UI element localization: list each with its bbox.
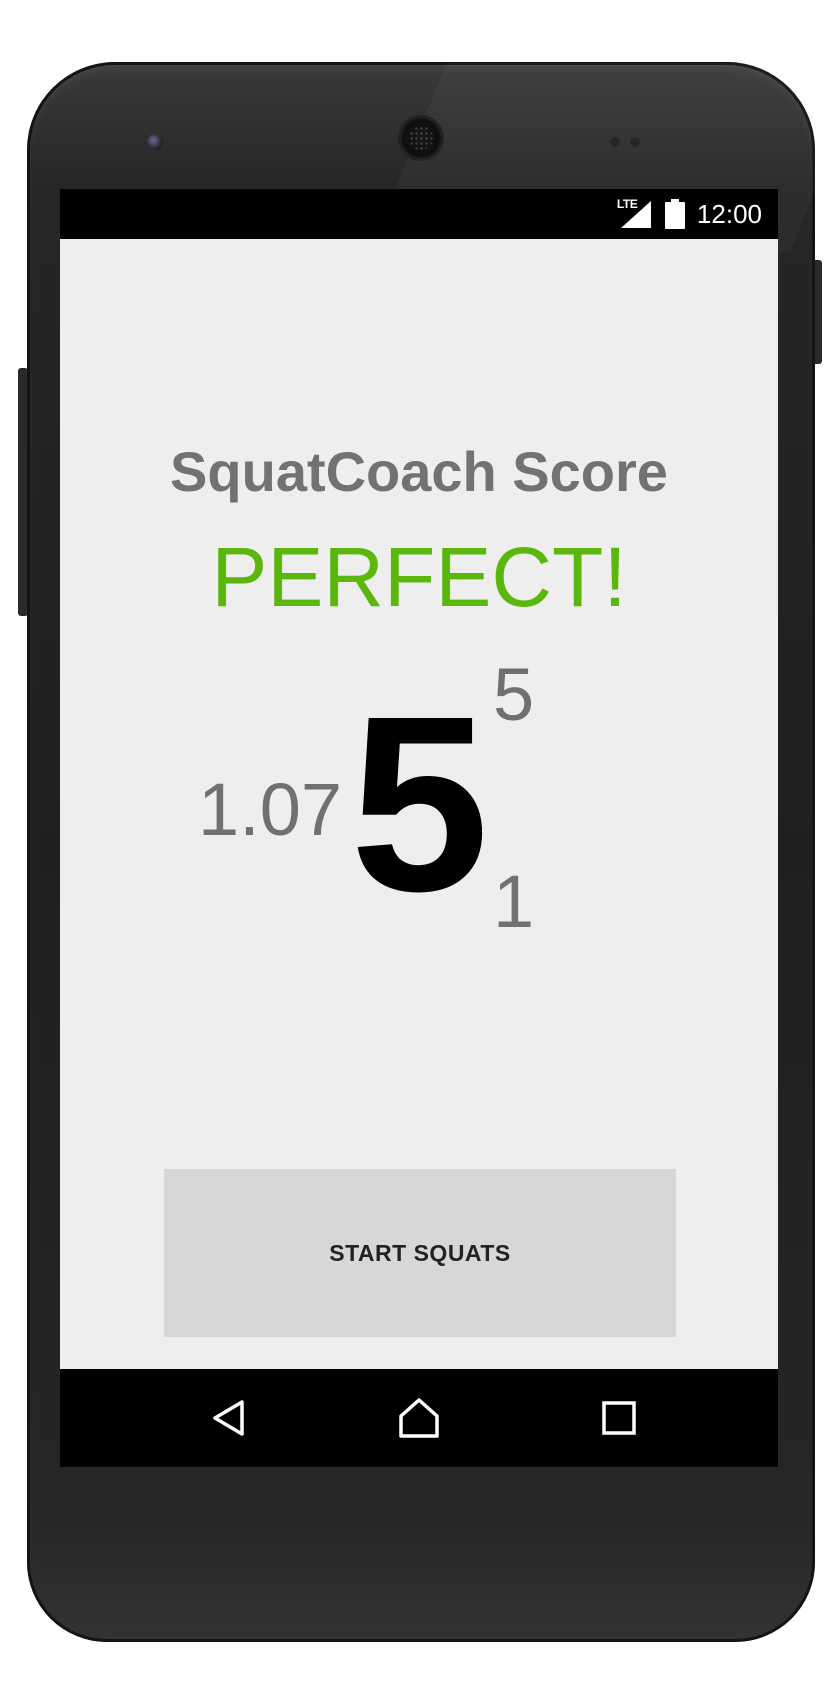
lte-signal-icon: LTE <box>616 197 653 229</box>
battery-icon <box>664 199 685 229</box>
score-left-value: 1.07 <box>198 768 343 851</box>
proximity-sensor <box>147 134 163 150</box>
front-camera <box>401 118 441 158</box>
score-verdict: PERFECT! <box>211 530 627 624</box>
status-clock: 12:00 <box>696 198 762 229</box>
app-content: SquatCoach Score PERFECT! 1.07 5 5 1 STA… <box>60 239 778 1369</box>
light-sensor <box>630 137 640 147</box>
score-main-value: 5 <box>350 664 490 943</box>
back-button[interactable] <box>204 1393 254 1443</box>
network-type: LTE <box>616 197 638 211</box>
navigation-bar <box>60 1369 778 1467</box>
status-bar: LTE 12:00 <box>60 189 778 239</box>
score-bottom-value: 1 <box>493 860 535 943</box>
back-icon <box>213 1400 244 1436</box>
home-button[interactable] <box>394 1393 444 1443</box>
score-top-value: 5 <box>493 653 535 736</box>
screen: LTE 12:00 SquatCoach Score PERFECT! 1.07… <box>60 189 778 1467</box>
status-icons: LTE 12:00 <box>617 197 762 231</box>
device-stage: LTE 12:00 SquatCoach Score PERFECT! 1.07… <box>0 0 840 1700</box>
recents-button[interactable] <box>594 1393 644 1443</box>
home-icon <box>399 1398 439 1438</box>
page-title: SquatCoach Score <box>170 440 668 503</box>
start-squats-button[interactable]: START SQUATS <box>164 1169 676 1337</box>
recents-icon <box>602 1401 636 1435</box>
light-sensor <box>610 137 620 147</box>
